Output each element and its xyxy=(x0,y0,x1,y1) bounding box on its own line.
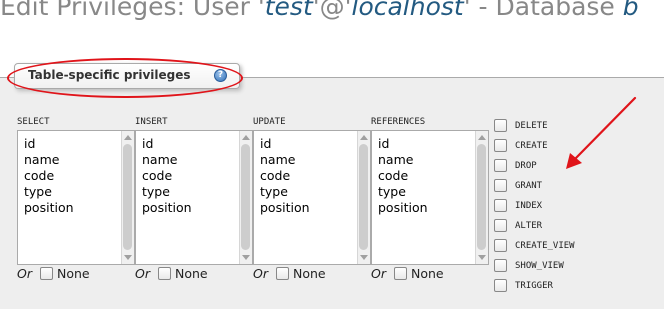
privilege-trigger[interactable]: TRIGGER xyxy=(494,275,553,292)
list-item[interactable]: name xyxy=(378,152,488,168)
select-columns-listbox[interactable]: id name code type position xyxy=(17,130,135,265)
privileges-page: Edit Privileges: User 'test'@'localhost'… xyxy=(0,0,664,309)
list-item[interactable]: type xyxy=(378,184,488,200)
list-item[interactable]: code xyxy=(142,168,252,184)
privilege-grant[interactable]: GRANT xyxy=(494,175,542,192)
scroll-thumb[interactable] xyxy=(359,144,368,250)
scrollbar[interactable] xyxy=(475,131,488,264)
privilege-create[interactable]: CREATE xyxy=(494,135,548,152)
privilege-checkbox[interactable] xyxy=(494,179,507,192)
column-references: REFERENCES id name code type position xyxy=(371,116,489,265)
privilege-checkbox[interactable] xyxy=(494,159,507,172)
list-item[interactable]: position xyxy=(142,200,252,216)
database-name: b xyxy=(622,0,639,21)
user-name: test xyxy=(264,0,313,21)
privilege-delete[interactable]: DELETE xyxy=(494,115,548,132)
scrollbar[interactable] xyxy=(239,131,252,264)
list-item[interactable]: position xyxy=(378,200,488,216)
update-none-row: Or None xyxy=(253,266,326,281)
privilege-checkbox[interactable] xyxy=(494,119,507,132)
list-item[interactable]: id xyxy=(260,136,370,152)
insert-none-checkbox[interactable] xyxy=(157,267,171,280)
privilege-checkbox[interactable] xyxy=(494,239,507,252)
list-item[interactable]: name xyxy=(260,152,370,168)
scrollbar[interactable] xyxy=(121,131,134,264)
scroll-down-icon[interactable] xyxy=(124,255,132,260)
list-item[interactable]: code xyxy=(378,168,488,184)
list-item[interactable]: type xyxy=(260,184,370,200)
list-item[interactable]: position xyxy=(260,200,370,216)
privilege-show-view[interactable]: SHOW_VIEW xyxy=(494,255,564,272)
scroll-down-icon[interactable] xyxy=(478,255,486,260)
privilege-checkbox[interactable] xyxy=(494,219,507,232)
list-item[interactable]: type xyxy=(24,184,134,200)
privilege-checkbox[interactable] xyxy=(494,199,507,212)
scroll-up-icon[interactable] xyxy=(478,135,486,140)
column-insert: INSERT id name code type position xyxy=(135,116,253,265)
select-none-checkbox[interactable] xyxy=(39,267,53,280)
list-item[interactable]: name xyxy=(142,152,252,168)
column-label: UPDATE xyxy=(253,117,286,127)
scroll-down-icon[interactable] xyxy=(360,255,368,260)
update-none-checkbox[interactable] xyxy=(275,267,289,280)
scroll-thumb[interactable] xyxy=(241,144,250,250)
list-item[interactable]: name xyxy=(24,152,134,168)
scroll-up-icon[interactable] xyxy=(242,135,250,140)
column-select: SELECT id name code type position xyxy=(17,116,135,265)
scroll-up-icon[interactable] xyxy=(360,135,368,140)
list-item[interactable]: code xyxy=(260,168,370,184)
column-label: INSERT xyxy=(135,117,168,127)
privilege-alter[interactable]: ALTER xyxy=(494,215,542,232)
update-columns-listbox[interactable]: id name code type position xyxy=(253,130,371,265)
annotation-ellipse xyxy=(7,58,243,98)
privilege-create-view[interactable]: CREATE_VIEW xyxy=(494,235,575,252)
list-item[interactable]: id xyxy=(24,136,134,152)
privilege-drop[interactable]: DROP xyxy=(494,155,537,172)
scroll-up-icon[interactable] xyxy=(124,135,132,140)
select-none-row: Or None xyxy=(17,266,90,281)
insert-columns-listbox[interactable]: id name code type position xyxy=(135,130,253,265)
scrollbar[interactable] xyxy=(357,131,370,264)
page-title: Edit Privileges: User 'test'@'localhost'… xyxy=(0,0,639,21)
host-name: localhost xyxy=(351,0,464,21)
privilege-checkbox[interactable] xyxy=(494,279,507,292)
references-none-row: Or None xyxy=(371,266,444,281)
privilege-checkbox[interactable] xyxy=(494,139,507,152)
column-label: REFERENCES xyxy=(371,117,426,127)
list-item[interactable]: id xyxy=(378,136,488,152)
references-none-checkbox[interactable] xyxy=(393,267,407,280)
list-item[interactable]: id xyxy=(142,136,252,152)
insert-none-row: Or None xyxy=(135,266,208,281)
scroll-down-icon[interactable] xyxy=(242,255,250,260)
scroll-thumb[interactable] xyxy=(477,144,486,250)
privilege-index[interactable]: INDEX xyxy=(494,195,542,212)
list-item[interactable]: position xyxy=(24,200,134,216)
column-update: UPDATE id name code type position xyxy=(253,116,371,265)
scroll-thumb[interactable] xyxy=(123,144,132,250)
list-item[interactable]: code xyxy=(24,168,134,184)
list-item[interactable]: type xyxy=(142,184,252,200)
references-columns-listbox[interactable]: id name code type position xyxy=(371,130,489,265)
privilege-checkbox[interactable] xyxy=(494,259,507,272)
column-label: SELECT xyxy=(17,117,50,127)
